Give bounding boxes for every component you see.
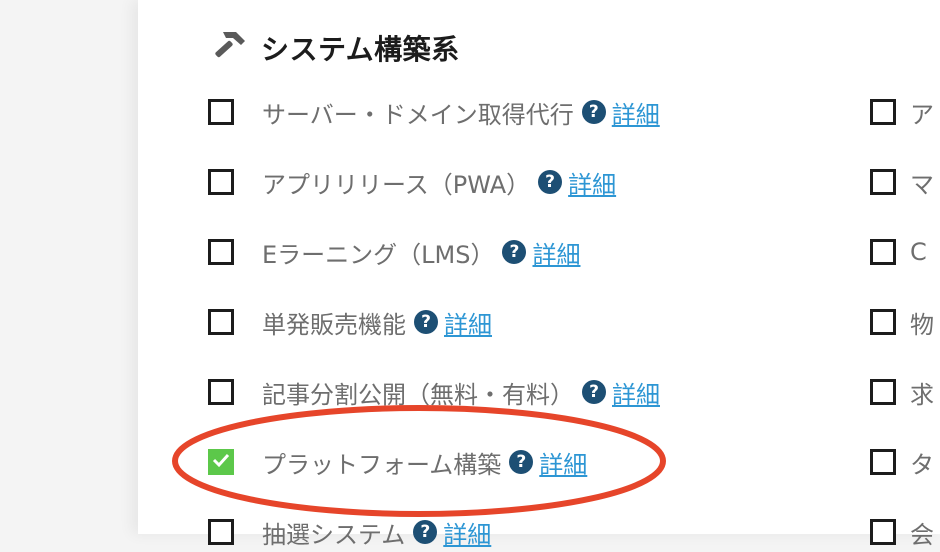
option-label: サーバー・ドメイン取得代行 [262, 100, 574, 129]
detail-link[interactable]: 詳細 [443, 515, 491, 550]
option-row[interactable]: アプリリリース（PWA） ? 詳細 [208, 162, 616, 202]
option-label: 記事分割公開（無料・有料） [262, 380, 574, 409]
help-icon[interactable]: ? [414, 310, 438, 334]
option-label: プラットフォーム構築 [262, 450, 502, 479]
option-row[interactable]: サーバー・ドメイン取得代行 ? 詳細 [208, 92, 660, 132]
help-icon[interactable]: ? [502, 240, 527, 264]
checkbox[interactable] [870, 519, 896, 545]
checkbox[interactable] [208, 99, 234, 125]
checkbox[interactable] [870, 379, 896, 405]
option-label: 抽選システム [262, 520, 406, 549]
help-icon[interactable]: ? [509, 450, 534, 474]
option-row[interactable]: 抽選システム ? 詳細 [208, 512, 491, 552]
detail-link[interactable]: 詳細 [444, 305, 492, 340]
option-row[interactable]: ア [870, 92, 934, 132]
checkmark-icon [212, 452, 230, 472]
option-row[interactable]: 会 [870, 512, 934, 552]
checkbox[interactable] [208, 169, 234, 195]
detail-link[interactable]: 詳細 [568, 165, 616, 200]
option-label: 単発販売機能 [262, 310, 406, 339]
hammer-icon [209, 28, 247, 68]
help-icon[interactable]: ? [538, 170, 563, 194]
option-row[interactable]: マ [870, 162, 934, 202]
detail-link[interactable]: 詳細 [532, 235, 580, 270]
detail-link[interactable]: 詳細 [612, 375, 660, 410]
help-icon[interactable]: ? [581, 100, 606, 124]
help-icon[interactable]: ? [582, 380, 606, 404]
detail-link[interactable]: 詳細 [612, 95, 660, 130]
option-row[interactable]: Eラーニング（LMS） ? 詳細 [208, 232, 580, 272]
checkbox[interactable] [870, 449, 896, 475]
option-label: 求 [910, 380, 934, 409]
option-row[interactable]: プラットフォーム構築 ? 詳細 [208, 442, 587, 482]
option-row[interactable]: 単発販売機能 ? 詳細 [208, 302, 492, 342]
checkbox[interactable] [208, 379, 234, 405]
option-label: マ [910, 170, 934, 199]
section-title: システム構築系 [261, 33, 460, 66]
option-label: 物 [910, 310, 934, 339]
option-row[interactable]: タ [870, 442, 934, 482]
option-row[interactable]: C [870, 232, 927, 272]
checkbox-checked[interactable] [208, 449, 234, 475]
option-row[interactable]: 記事分割公開（無料・有料） ? 詳細 [208, 372, 660, 412]
option-label: ア [910, 100, 934, 129]
option-label: 会 [910, 520, 934, 549]
checkbox[interactable] [870, 169, 896, 195]
option-row[interactable]: 物 [870, 302, 934, 342]
checkbox[interactable] [208, 519, 234, 545]
option-label: タ [910, 450, 934, 479]
option-label: Eラーニング（LMS） [262, 240, 495, 269]
checkbox[interactable] [208, 309, 234, 335]
option-label: アプリリリース（PWA） [262, 170, 531, 199]
checkbox[interactable] [870, 99, 896, 125]
option-row[interactable]: 求 [870, 372, 934, 412]
help-icon[interactable]: ? [413, 520, 438, 544]
checkbox[interactable] [870, 309, 896, 335]
checkbox[interactable] [870, 239, 896, 265]
section-header: システム構築系 [209, 28, 460, 68]
detail-link[interactable]: 詳細 [539, 445, 587, 480]
checkbox[interactable] [208, 239, 234, 265]
option-label: C [910, 238, 927, 266]
